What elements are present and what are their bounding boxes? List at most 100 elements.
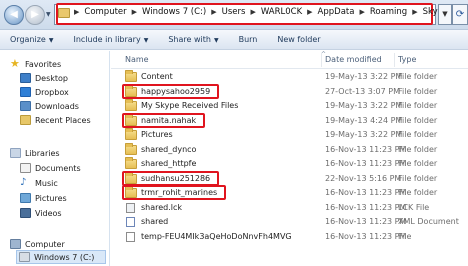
share-with-menu[interactable]: Share with ▼	[168, 35, 218, 44]
file-date-modified: 27-Oct-13 3:07 PM	[325, 87, 400, 96]
file-type: File folder	[398, 72, 438, 81]
xml-file-icon	[126, 217, 135, 227]
breadcrumb-separator[interactable]: ▶	[132, 8, 137, 16]
refresh-button[interactable]: ⟳	[452, 4, 468, 25]
file-name: shared_dynco	[141, 145, 197, 154]
folder-icon	[125, 157, 137, 169]
music-icon: ♪	[20, 177, 27, 188]
file-row[interactable]: temp-FEU4MIk3aQeHoDoNnvFh4MVG 16-Nov-13 1…	[111, 230, 468, 244]
column-date-modified[interactable]: Date modified	[325, 55, 382, 64]
folder-icon	[125, 99, 137, 111]
nav-desktop-label: Desktop	[35, 73, 68, 83]
file-row[interactable]: shared.lck 16-Nov-13 11:23 PM LCK File	[111, 201, 468, 215]
file-type: File folder	[398, 130, 438, 139]
breadcrumb-computer[interactable]: Computer	[84, 7, 126, 17]
breadcrumb-appdata[interactable]: AppData	[318, 7, 355, 17]
column-divider[interactable]	[321, 53, 322, 67]
column-name[interactable]: Name	[125, 55, 149, 64]
file-date-modified: 19-May-13 3:22 PM	[325, 101, 403, 110]
nav-computer[interactable]: Computer	[10, 237, 65, 251]
recent-pages-dropdown[interactable]: ▼	[46, 11, 52, 18]
nav-music-label: Music	[35, 178, 58, 188]
pictures-icon	[20, 193, 31, 203]
file-type: File folder	[398, 116, 438, 125]
dropbox-icon	[20, 87, 31, 97]
file-name: My Skype Received Files	[141, 101, 239, 110]
breadcrumb-separator: ▶	[74, 8, 80, 16]
nav-libraries-label: Libraries	[25, 148, 60, 158]
new-folder-button[interactable]: New folder	[277, 35, 320, 44]
file-type: File folder	[398, 101, 438, 110]
column-divider[interactable]	[394, 53, 395, 67]
nav-desktop[interactable]: Desktop	[20, 71, 68, 85]
file-row[interactable]: shared 16-Nov-13 11:23 PM XML Document	[111, 215, 468, 229]
nav-music[interactable]: ♪ Music	[20, 176, 58, 190]
downloads-icon	[20, 101, 31, 111]
nav-recent-places[interactable]: Recent Places	[20, 113, 91, 127]
nav-recent-places-label: Recent Places	[35, 115, 91, 125]
file-date-modified: 19-May-13 3:22 PM	[325, 72, 403, 81]
desktop-icon	[20, 73, 31, 83]
breadcrumb-separator[interactable]: ▶	[412, 8, 417, 16]
share-with-label: Share with	[168, 35, 211, 44]
nav-favorites-label: Favorites	[25, 59, 62, 69]
nav-computer-label: Computer	[25, 239, 65, 249]
chevron-down-icon: ▼	[48, 37, 54, 44]
file-date-modified: 16-Nov-13 11:23 PM	[325, 232, 407, 241]
burn-button[interactable]: Burn	[239, 35, 258, 44]
breadcrumb-separator[interactable]: ▶	[211, 8, 216, 16]
file-date-modified: 16-Nov-13 11:23 PM	[325, 145, 407, 154]
file-row[interactable]: Content 19-May-13 3:22 PM File folder	[111, 70, 468, 84]
chevron-down-icon: ▼	[213, 37, 219, 44]
nav-windows7-drive[interactable]: Windows 7 (C:)	[16, 250, 106, 264]
chevron-down-icon: ▼	[143, 37, 149, 44]
file-name: shared_httpfe	[141, 159, 197, 168]
breadcrumb-separator[interactable]: ▶	[359, 8, 364, 16]
breadcrumb-roaming[interactable]: Roaming	[370, 7, 407, 17]
file-date-modified: 19-May-13 3:22 PM	[325, 130, 403, 139]
highlight-box	[122, 171, 219, 186]
documents-icon	[20, 163, 31, 173]
back-button[interactable]: ◀	[4, 5, 24, 25]
nav-dropbox[interactable]: Dropbox	[20, 85, 69, 99]
file-type: LCK File	[398, 203, 430, 212]
nav-downloads[interactable]: Downloads	[20, 99, 79, 113]
nav-windows7-label: Windows 7 (C:)	[34, 252, 95, 262]
address-history-dropdown[interactable]: ▼	[438, 4, 452, 25]
nav-pictures[interactable]: Pictures	[20, 191, 67, 205]
breadcrumb-user[interactable]: WARL0CK	[261, 7, 302, 17]
file-name: shared	[141, 217, 169, 226]
nav-libraries[interactable]: Libraries	[10, 146, 60, 160]
nav-videos[interactable]: Videos	[20, 206, 62, 220]
breadcrumb-drive[interactable]: Windows 7 (C:)	[142, 7, 206, 17]
file-row[interactable]: shared_dynco 16-Nov-13 11:23 PM File folde…	[111, 143, 468, 157]
nav-favorites[interactable]: ★ Favorites	[10, 57, 61, 71]
include-in-library-menu[interactable]: Include in library ▼	[73, 35, 148, 44]
column-header: ^ Name Date modified Type	[111, 51, 468, 69]
file-date-modified: 19-May-13 4:24 PM	[325, 116, 403, 125]
highlight-box	[122, 185, 226, 200]
file-date-modified: 16-Nov-13 11:23 PM	[325, 188, 407, 197]
file-icon	[126, 232, 135, 242]
command-toolbar: Organize ▼ Include in library ▼ Share with…	[0, 30, 468, 50]
include-in-library-label: Include in library	[73, 35, 141, 44]
breadcrumb-users[interactable]: Users	[222, 7, 246, 17]
file-name: Pictures	[141, 130, 173, 139]
nav-documents[interactable]: Documents	[20, 161, 81, 175]
file-type: File folder	[398, 174, 438, 183]
file-row[interactable]: My Skype Received Files 19-May-13 3:22 PM…	[111, 99, 468, 113]
file-name: Content	[141, 72, 173, 81]
breadcrumb-separator[interactable]: ▶	[250, 8, 255, 16]
folder-icon	[58, 8, 70, 18]
column-type[interactable]: Type	[398, 55, 416, 64]
breadcrumb-separator[interactable]: ▶	[307, 8, 312, 16]
organize-menu[interactable]: Organize ▼	[10, 35, 53, 44]
file-type: File folder	[398, 145, 438, 154]
file-date-modified: 16-Nov-13 11:23 PM	[325, 159, 407, 168]
navigation-pane: ★ Favorites Desktop Dropbox Downloads Re…	[0, 51, 110, 266]
file-row[interactable]: shared_httpfe 16-Nov-13 11:23 PM File fold…	[111, 157, 468, 171]
libraries-icon	[10, 148, 21, 158]
forward-button[interactable]: ▶	[25, 5, 45, 25]
highlight-box	[122, 113, 205, 128]
file-row[interactable]: Pictures 19-May-13 3:22 PM File folder	[111, 128, 468, 142]
